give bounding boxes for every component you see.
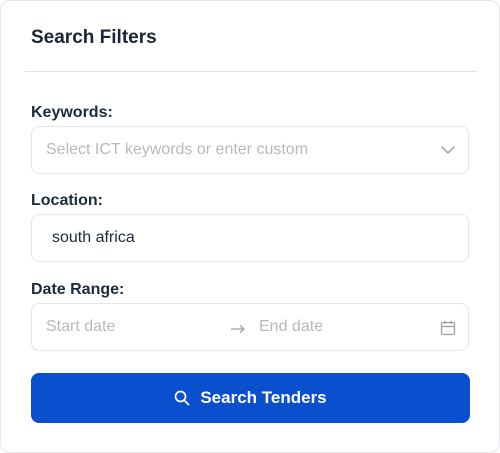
search-button-label: Search Tenders: [200, 388, 327, 407]
calendar-icon[interactable]: [440, 320, 456, 336]
search-tenders-button[interactable]: Search Tenders: [31, 373, 470, 423]
keywords-select[interactable]: Select ICT keywords or enter custom: [31, 126, 469, 174]
end-date-input[interactable]: End date: [259, 318, 323, 336]
header-divider: [25, 71, 477, 72]
panel-title: Search Filters: [31, 27, 157, 48]
search-icon: [174, 390, 190, 406]
date-range-picker[interactable]: Start date End date: [31, 303, 469, 351]
location-label: Location:: [31, 192, 103, 209]
chevron-down-icon[interactable]: [440, 144, 456, 156]
location-value: south africa: [52, 229, 135, 246]
start-date-input[interactable]: Start date: [46, 318, 115, 336]
date-range-label: Date Range:: [31, 281, 125, 298]
keywords-placeholder: Select ICT keywords or enter custom: [46, 141, 309, 158]
arrow-right-icon: [231, 325, 245, 333]
location-input[interactable]: south africa: [31, 214, 469, 262]
search-filters-panel: Search Filters Keywords: Select ICT keyw…: [0, 0, 500, 453]
keywords-label: Keywords:: [31, 104, 113, 121]
